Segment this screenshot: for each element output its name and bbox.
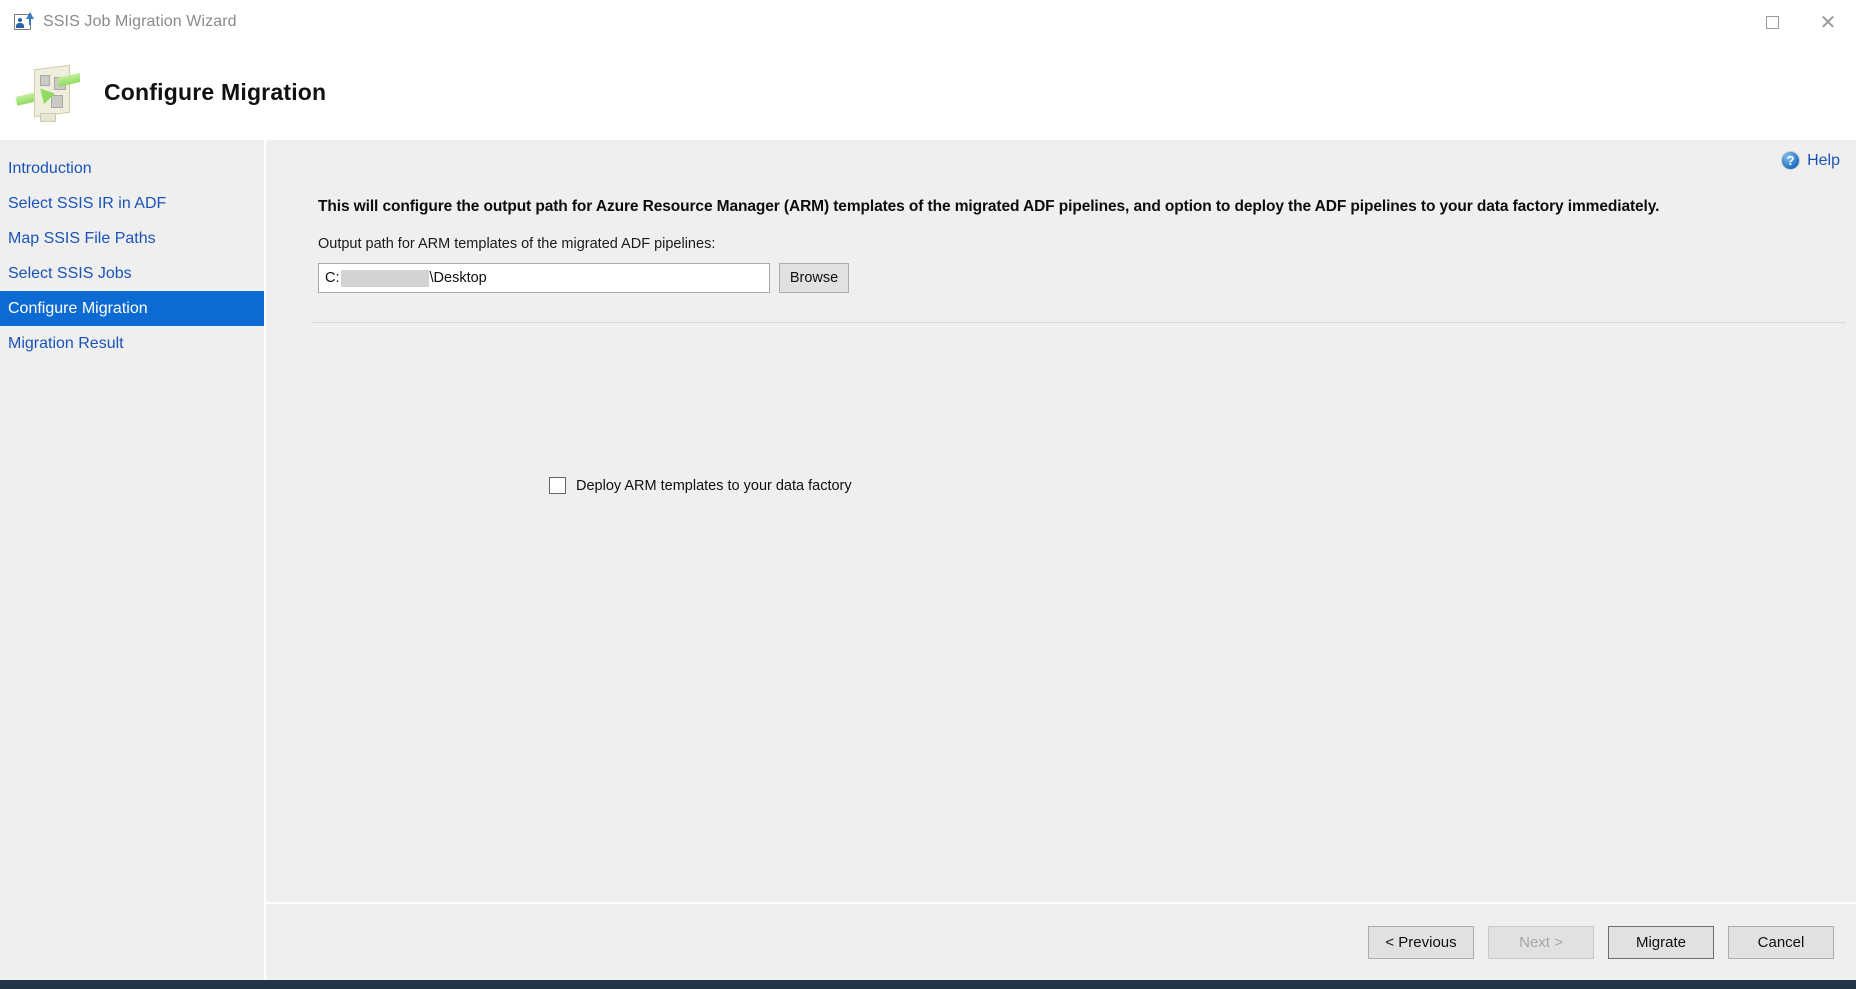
window-title: SSIS Job Migration Wizard — [43, 13, 237, 30]
section-divider — [311, 322, 1846, 323]
sidebar-item-migration-result[interactable]: Migration Result — [0, 326, 264, 361]
title-bar-left: SSIS Job Migration Wizard — [0, 12, 237, 32]
deploy-arm-templates-checkbox[interactable] — [549, 477, 566, 494]
help-label: Help — [1807, 151, 1840, 169]
sidebar-item-select-ssis-ir-in-adf[interactable]: Select SSIS IR in ADF — [0, 186, 264, 221]
wizard-footer: < Previous Next > Migrate Cancel — [266, 904, 1856, 980]
sidebar-item-label: Select SSIS Jobs — [8, 264, 132, 282]
title-bar: SSIS Job Migration Wizard ✕ — [0, 0, 1856, 44]
intro-description: This will configure the output path for … — [318, 198, 1660, 215]
wizard-window: SSIS Job Migration Wizard ✕ Configure Mi… — [0, 0, 1856, 989]
close-button[interactable]: ✕ — [1800, 0, 1856, 44]
sidebar-item-label: Migration Result — [8, 334, 124, 352]
output-path-input[interactable]: C: \Desktop — [318, 263, 770, 293]
desktop-taskbar-strip — [0, 980, 1856, 989]
sidebar-item-map-ssis-file-paths[interactable]: Map SSIS File Paths — [0, 221, 264, 256]
output-path-prefix: C: — [325, 270, 340, 286]
window-controls: ✕ — [1744, 0, 1856, 44]
close-icon: ✕ — [1819, 10, 1837, 34]
sidebar-item-configure-migration[interactable]: Configure Migration — [0, 291, 264, 326]
previous-button[interactable]: < Previous — [1368, 925, 1474, 959]
cancel-button[interactable]: Cancel — [1728, 925, 1834, 959]
maximize-button[interactable] — [1744, 0, 1800, 44]
next-button: Next > — [1488, 925, 1594, 959]
sidebar-item-label: Introduction — [8, 159, 92, 177]
sidebar-item-label: Select SSIS IR in ADF — [8, 194, 167, 212]
window-body: Introduction Select SSIS IR in ADF Map S… — [0, 140, 1856, 980]
maximize-icon — [1765, 15, 1779, 29]
migrate-button[interactable]: Migrate — [1608, 925, 1714, 959]
deploy-arm-templates-label: Deploy ARM templates to your data factor… — [576, 477, 852, 494]
content-pane: ? Help This will configure the output pa… — [264, 140, 1856, 980]
help-link[interactable]: ? Help — [1781, 151, 1840, 170]
migration-banner-icon — [14, 59, 80, 125]
sidebar-item-select-ssis-jobs[interactable]: Select SSIS Jobs — [0, 256, 264, 291]
help-icon: ? — [1781, 151, 1801, 170]
wizard-steps-sidebar: Introduction Select SSIS IR in ADF Map S… — [0, 140, 264, 980]
deploy-checkbox-row: Deploy ARM templates to your data factor… — [549, 477, 852, 494]
sidebar-item-label: Map SSIS File Paths — [8, 229, 156, 247]
sidebar-item-introduction[interactable]: Introduction — [0, 151, 264, 186]
output-path-label: Output path for ARM templates of the mig… — [318, 236, 716, 252]
sidebar-item-label: Configure Migration — [8, 299, 148, 317]
content-main: ? Help This will configure the output pa… — [266, 140, 1856, 904]
output-path-row: C: \Desktop Browse — [318, 263, 849, 293]
page-title: Configure Migration — [104, 78, 327, 105]
wizard-app-icon — [14, 12, 34, 32]
output-path-suffix: \Desktop — [429, 270, 487, 286]
page-header: Configure Migration — [0, 44, 1856, 140]
browse-button[interactable]: Browse — [779, 263, 849, 293]
redacted-path-segment — [340, 269, 429, 287]
